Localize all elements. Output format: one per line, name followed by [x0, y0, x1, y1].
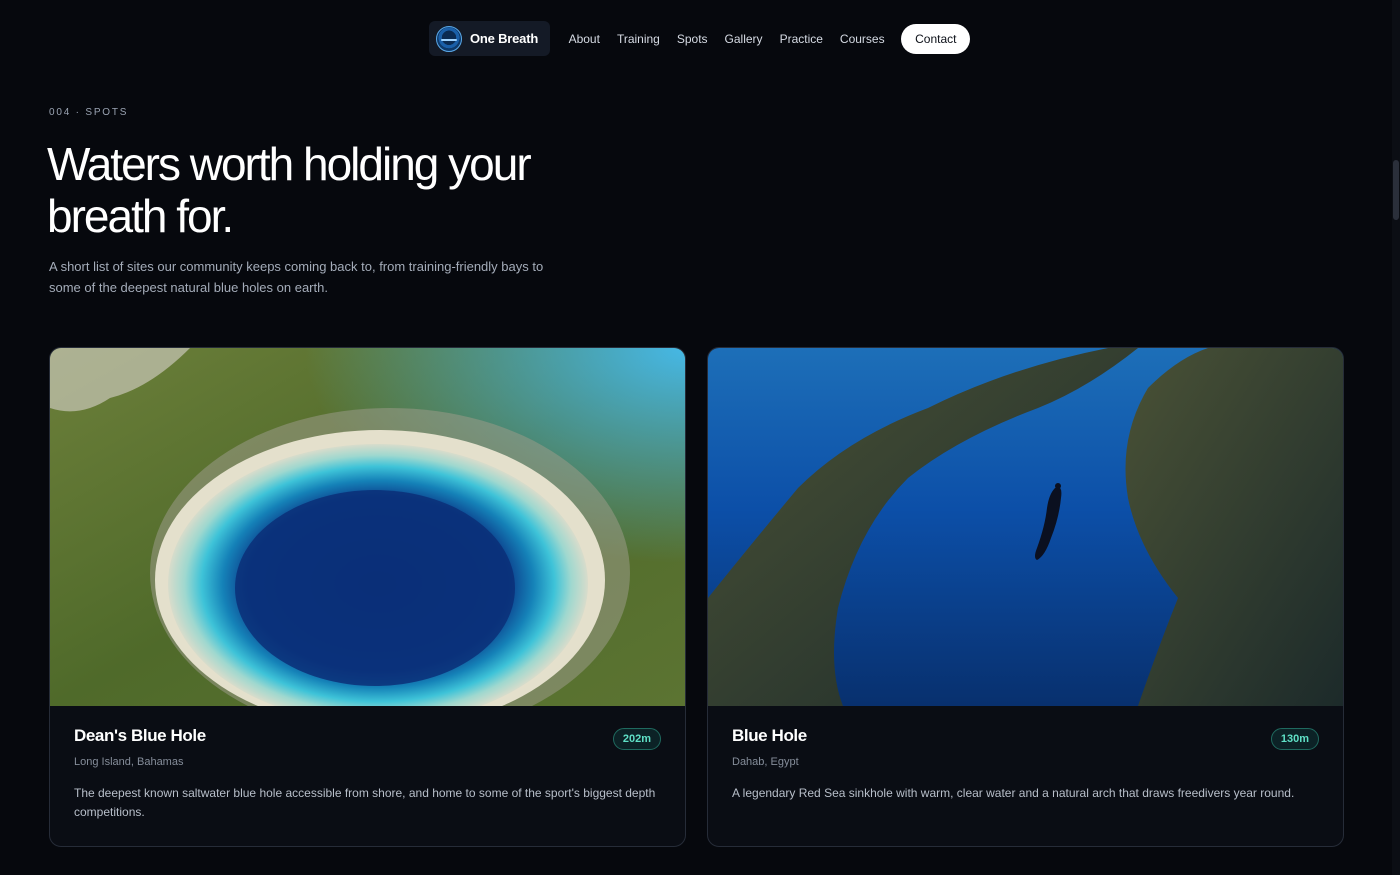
contact-button[interactable]: Contact	[901, 23, 971, 54]
scrollbar-thumb[interactable]	[1393, 160, 1399, 220]
nav-link-about[interactable]: About	[560, 32, 608, 46]
deans-blue-hole-image	[50, 348, 685, 706]
spot-location: Long Island, Bahamas	[74, 756, 184, 768]
nav-link-spots[interactable]: Spots	[668, 32, 716, 46]
spot-location: Dahab, Egypt	[732, 756, 799, 768]
brand-name: One Breath	[470, 31, 539, 46]
section-lede: A short list of sites our community keep…	[49, 259, 544, 295]
spot-name: Dean's Blue Hole	[74, 726, 206, 745]
nav-link-courses[interactable]: Courses	[831, 32, 893, 46]
spot-description: A legendary Red Sea sinkhole with warm, …	[732, 786, 1295, 800]
one-breath-logo-icon	[436, 25, 462, 52]
top-nav: One Breath About Training Spots Gallery …	[429, 21, 971, 56]
depth-badge: 202m	[612, 728, 661, 750]
page-scrollbar[interactable]	[1392, 0, 1400, 875]
spot-name: Blue Hole	[732, 726, 807, 745]
spot-card-blue-hole-dahab[interactable]: Blue Hole Dahab, Egypt A legendary Red S…	[707, 347, 1344, 847]
page-title: Waters worth holding your breath for.	[47, 138, 532, 242]
spot-card-body: Dean's Blue Hole Long Island, Bahamas Th…	[50, 706, 685, 842]
nav-link-training[interactable]: Training	[608, 32, 668, 46]
section-eyebrow: 004 · SPOTS	[49, 107, 129, 118]
blue-hole-dahab-image	[708, 348, 1343, 706]
spot-description: The deepest known saltwater blue hole ac…	[74, 786, 656, 819]
nav-link-practice[interactable]: Practice	[771, 32, 831, 46]
brand-home-link[interactable]: One Breath	[429, 21, 551, 56]
depth-badge: 130m	[1270, 728, 1319, 750]
spot-card-body: Blue Hole Dahab, Egypt A legendary Red S…	[708, 706, 1343, 823]
spot-card-deans-blue-hole[interactable]: Dean's Blue Hole Long Island, Bahamas Th…	[49, 347, 686, 847]
nav-link-gallery[interactable]: Gallery	[716, 32, 771, 46]
